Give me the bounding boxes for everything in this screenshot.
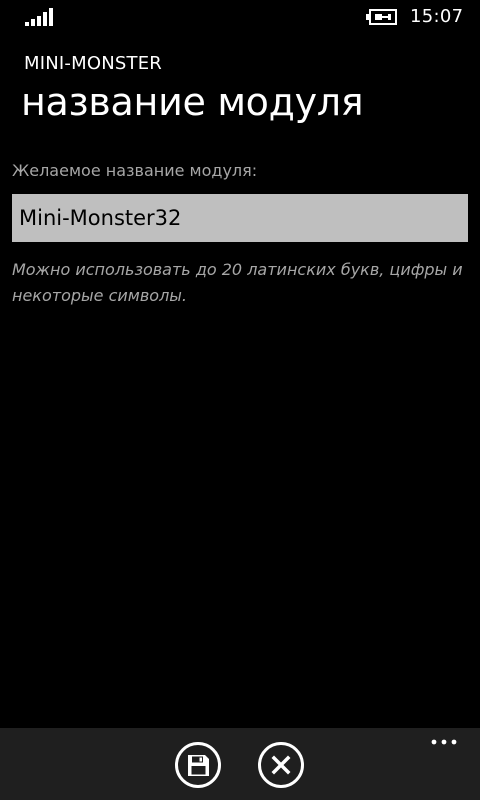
ellipsis-icon[interactable] bbox=[428, 734, 460, 750]
module-name-input[interactable] bbox=[12, 194, 468, 242]
hint-text: Можно использовать до 20 латинских букв,… bbox=[12, 260, 463, 305]
clock: 15:07 bbox=[410, 6, 464, 27]
app-title: MINI-MONSTER bbox=[24, 53, 162, 74]
signal-bars-icon bbox=[25, 8, 53, 26]
app-bar bbox=[0, 728, 480, 800]
close-icon bbox=[271, 755, 291, 775]
save-button[interactable] bbox=[175, 742, 221, 788]
page-title: название модуля bbox=[21, 80, 364, 124]
cancel-button[interactable] bbox=[258, 742, 304, 788]
battery-charging-icon bbox=[366, 9, 397, 25]
module-name-label: Желаемое название модуля: bbox=[12, 161, 258, 180]
floppy-save-icon bbox=[188, 755, 209, 776]
status-bar: 15:07 bbox=[0, 0, 480, 32]
